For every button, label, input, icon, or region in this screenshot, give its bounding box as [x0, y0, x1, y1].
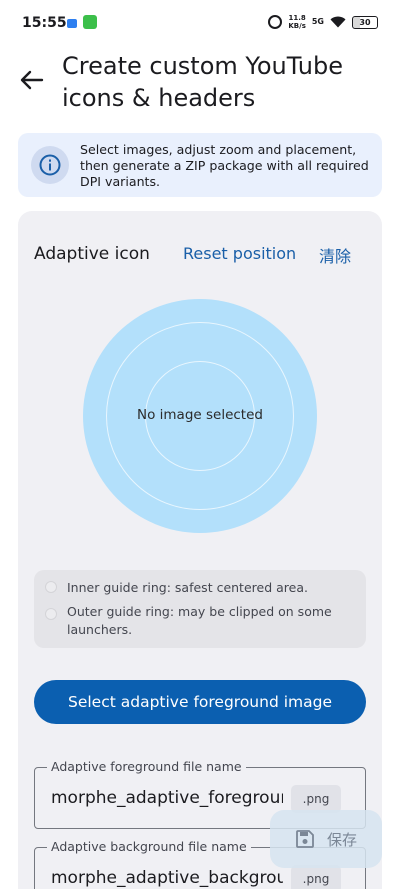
- adaptive-icon-card: Adaptive icon Reset position 清除 No image…: [18, 211, 382, 889]
- network-type: 5G: [311, 17, 324, 26]
- alarm-icon: [268, 15, 283, 29]
- icon-preview-circle[interactable]: No image selected: [83, 299, 317, 533]
- foreground-field-value[interactable]: morphe_adaptive_foreground: [51, 788, 283, 808]
- status-bar: 15:55 11.8 KB/s 5G 30: [0, 0, 400, 48]
- status-time: 15:55: [22, 15, 67, 31]
- network-speed-unit: KB/s: [288, 22, 306, 30]
- background-field-value[interactable]: morphe_adaptive_background: [51, 868, 283, 888]
- background-extension-chip: .png: [291, 865, 341, 889]
- legend-outer-text: Outer guide ring: may be clipped on some…: [67, 604, 332, 637]
- notification-app-icon-2: [83, 15, 97, 29]
- page-title: Create custom YouTube icons & headers: [62, 52, 343, 112]
- select-foreground-image-button[interactable]: Select adaptive foreground image: [34, 680, 366, 724]
- notification-app-icon: [67, 19, 77, 28]
- network-speed-value: 11.8: [288, 14, 306, 22]
- outer-ring-swatch: [45, 608, 57, 620]
- clear-button[interactable]: 清除: [319, 243, 351, 267]
- battery-level: 30: [359, 17, 371, 27]
- guide-ring-legend: Inner guide ring: safest centered area. …: [34, 570, 366, 648]
- legend-inner-text: Inner guide ring: safest centered area.: [67, 580, 308, 595]
- foreground-field-label: Adaptive foreground file name: [47, 759, 246, 775]
- floppy-disk-icon: [296, 830, 314, 848]
- back-arrow-icon[interactable]: [18, 66, 46, 94]
- network-speed: 11.8 KB/s: [288, 14, 305, 30]
- save-button[interactable]: 保存: [270, 810, 382, 868]
- inner-ring-swatch: [45, 581, 57, 593]
- save-button-label: 保存: [326, 830, 357, 849]
- info-banner-text: Select images, adjust zoom and placement…: [80, 142, 369, 189]
- legend-item-outer: Outer guide ring: may be clipped on some…: [45, 603, 352, 639]
- legend-item-inner: Inner guide ring: safest centered area.: [45, 579, 352, 597]
- info-icon: [39, 154, 61, 176]
- card-title: Adaptive icon: [34, 244, 150, 264]
- reset-position-button[interactable]: Reset position: [183, 244, 296, 263]
- info-banner: Select images, adjust zoom and placement…: [18, 133, 382, 197]
- info-icon-container: [31, 146, 69, 184]
- battery-icon: 30: [352, 15, 378, 29]
- preview-placeholder-text: No image selected: [137, 407, 263, 423]
- background-field-label: Adaptive background file name: [47, 839, 251, 855]
- foreground-extension-chip: .png: [291, 785, 341, 813]
- wifi-icon: [330, 16, 346, 28]
